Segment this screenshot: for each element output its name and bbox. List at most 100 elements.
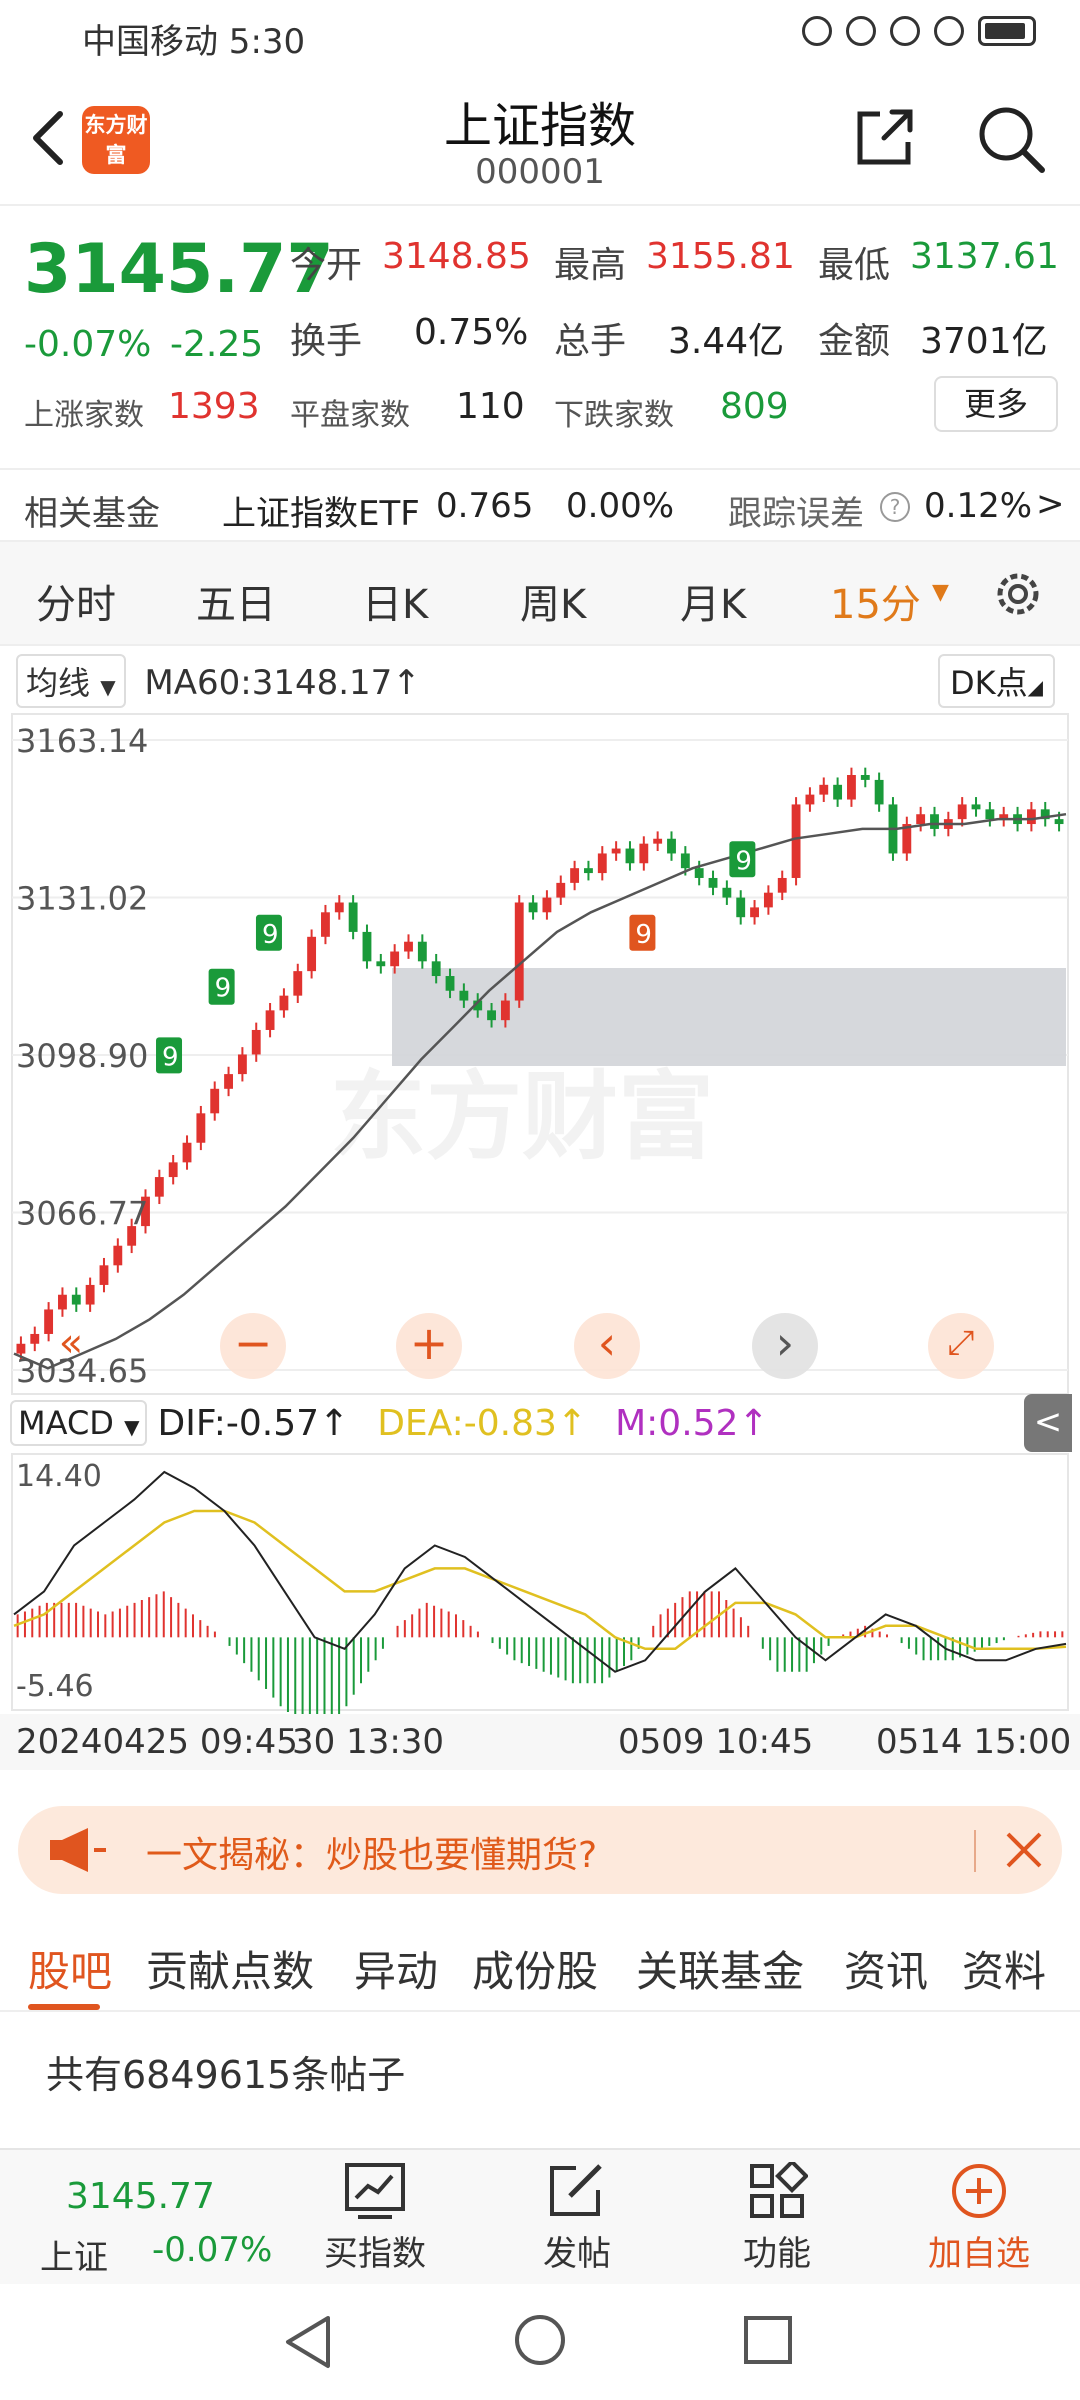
candle-body <box>570 868 580 883</box>
y-tick-label: 3066.77 <box>16 1195 148 1233</box>
edit-icon <box>550 2164 602 2216</box>
carrier-time: 中国移动 5:30 <box>82 22 306 62</box>
gear-icon[interactable] <box>990 566 1046 622</box>
bottom-toolbar: 3145.77 上证 -0.07% 买指数 发帖 功能 加自选 <box>0 2148 1080 2284</box>
tab-forum[interactable]: 股吧 <box>28 1938 112 1999</box>
fullscreen-icon[interactable]: ⤢ <box>928 1313 994 1379</box>
macd-plot[interactable]: 14.40 -5.46 <box>0 1452 1080 1714</box>
nav-home-icon[interactable] <box>512 2312 568 2368</box>
buy-index-label: 买指数 <box>324 2234 426 2274</box>
x-tick-label: 0509 10:45 <box>618 1722 814 1762</box>
candle-body <box>985 809 995 820</box>
candle-body <box>874 779 884 805</box>
tab-intraday[interactable]: 分时 <box>36 572 116 630</box>
candle-body <box>736 897 746 918</box>
tab-daily-k[interactable]: 日K <box>362 572 428 630</box>
add-watchlist-button[interactable]: 加自选 <box>904 2150 1054 2286</box>
candle-body <box>500 1000 510 1021</box>
tab-constituents[interactable]: 成份股 <box>472 1938 598 1999</box>
kline-plot[interactable]: 东方财富 3163.143131.023098.903066.773034.65… <box>0 710 1080 1400</box>
tab-monthly-k[interactable]: 月K <box>680 572 746 630</box>
dk-button[interactable]: DK点◢ <box>938 654 1056 708</box>
low-value: 3137.61 <box>910 236 1059 277</box>
flat-count-label: 平盘家数 <box>290 398 410 433</box>
m-value: M:0.52↑ <box>615 1402 769 1444</box>
ma-row: 均线 ▼ MA60:3148.17↑ <box>16 654 421 708</box>
more-button[interactable]: 更多 <box>934 376 1058 432</box>
related-fund-row[interactable]: 相关基金 上证指数ETF 0.765 0.00% 跟踪误差 ? 0.12% > <box>0 468 1080 544</box>
dea-value: DEA:-0.83↑ <box>377 1402 588 1444</box>
candle-body <box>362 931 372 962</box>
ad-divider <box>974 1830 976 1872</box>
ma-button[interactable]: 均线 ▼ <box>16 654 126 708</box>
double-left-icon[interactable]: « <box>38 1313 104 1379</box>
y-tick-label: 3163.14 <box>16 722 148 760</box>
tab-15min[interactable]: 15分 <box>830 572 921 630</box>
open-value: 3148.85 <box>382 236 531 277</box>
candle-body <box>625 848 635 864</box>
macd-button[interactable]: MACD ▼ <box>10 1400 148 1446</box>
candle-body <box>750 907 759 918</box>
kline-chart[interactable]: 均线 ▼ MA60:3148.17↑ DK点◢ 东方财富 3163.14 3131… <box>0 646 1080 1786</box>
tab-movement[interactable]: 异动 <box>354 1938 438 1999</box>
buy-index-button[interactable]: 买指数 <box>300 2150 450 2286</box>
zoom-in-button[interactable]: + <box>396 1313 462 1379</box>
megaphone-icon <box>50 1828 106 1872</box>
post-count: 共有6849615条帖子 <box>46 2053 406 2097</box>
collapse-button[interactable]: < <box>1024 1394 1072 1452</box>
candle-body <box>1026 809 1036 825</box>
x-tick-label: 0514 15:00 <box>876 1722 1072 1762</box>
candle-body <box>348 902 358 932</box>
share-icon[interactable] <box>854 106 916 168</box>
tab-related-funds[interactable]: 关联基金 <box>636 1938 804 1999</box>
candle-body <box>321 912 330 937</box>
tracking-error-value: 0.12% <box>924 486 1033 526</box>
tab-weekly-k[interactable]: 周K <box>520 572 586 630</box>
candle-body <box>168 1162 178 1178</box>
nav-recents-icon[interactable] <box>742 2314 794 2366</box>
tab-five-day[interactable]: 五日 <box>196 572 276 630</box>
scroll-right-button[interactable]: › <box>752 1313 818 1379</box>
amount-label: 金额 <box>818 321 891 362</box>
tracking-error-label: 跟踪误差 <box>728 494 864 534</box>
turnover-value: 0.75% <box>414 312 529 353</box>
page-title: 上证指数 <box>443 98 636 154</box>
help-icon[interactable]: ? <box>880 492 910 522</box>
functions-button[interactable]: 功能 <box>702 2150 852 2286</box>
high-label: 最高 <box>554 245 627 286</box>
candle-body <box>930 814 939 829</box>
candle-body <box>58 1294 67 1310</box>
candle-body <box>542 897 552 913</box>
candle-body <box>680 853 690 869</box>
candle-body <box>791 804 801 878</box>
candle-body <box>334 902 344 913</box>
period-tabs: 分时 五日 日K 周K 月K 15分 ▼ <box>0 540 1080 646</box>
open-label: 今开 <box>290 245 363 286</box>
tab-contribution[interactable]: 贡献点数 <box>146 1938 314 1999</box>
app-header: 东方财富 上证指数 000001 <box>0 72 1080 206</box>
candle-body <box>417 941 427 962</box>
candle-body <box>722 887 732 898</box>
ad-text[interactable]: 一文揭秘：炒股也要懂期货? <box>146 1826 597 1878</box>
ad-banner[interactable]: 一文揭秘：炒股也要懂期货? <box>18 1806 1062 1894</box>
candle-body <box>445 976 455 991</box>
toolbar-price[interactable]: 3145.77 <box>66 2176 215 2217</box>
fund-change: 0.00% <box>566 486 675 526</box>
zoom-out-button[interactable]: − <box>220 1313 286 1379</box>
high-value: 3155.81 <box>646 236 795 277</box>
candle-body <box>71 1294 81 1305</box>
tab-profile[interactable]: 资料 <box>962 1938 1046 1999</box>
y-tick-label: 3098.90 <box>16 1037 148 1075</box>
nav-back-icon[interactable] <box>282 2314 336 2370</box>
search-icon[interactable] <box>976 104 1046 174</box>
post-button[interactable]: 发帖 <box>502 2150 652 2286</box>
fund-name[interactable]: 上证指数ETF <box>222 486 420 535</box>
flat-count: 110 <box>456 386 525 427</box>
scroll-left-button[interactable]: ‹ <box>574 1313 640 1379</box>
close-icon[interactable] <box>1002 1828 1046 1872</box>
candle-body <box>279 995 289 1011</box>
chevron-right-icon[interactable]: > <box>1036 484 1065 524</box>
candle-body <box>514 902 524 1001</box>
dropdown-triangle-icon[interactable]: ▼ <box>932 580 949 605</box>
tab-news[interactable]: 资讯 <box>844 1938 928 1999</box>
